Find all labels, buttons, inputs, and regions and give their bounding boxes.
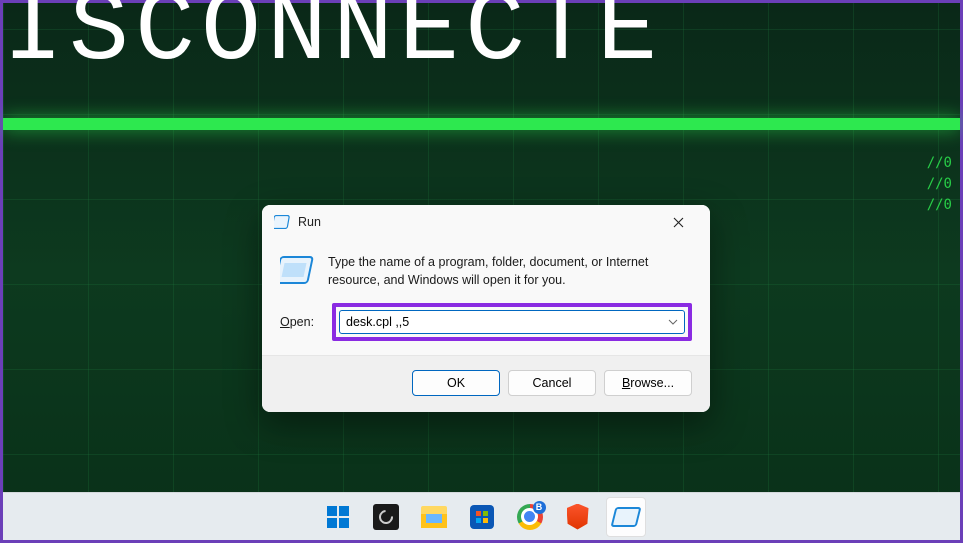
button-bar: OK Cancel Browse...: [262, 355, 710, 412]
chrome-badge: B: [533, 501, 546, 514]
obs-icon: [373, 504, 399, 530]
dropdown-button[interactable]: [662, 319, 684, 325]
wallpaper-accent-bar: [3, 118, 960, 130]
taskbar-app-obs[interactable]: [366, 497, 406, 537]
store-icon: [470, 505, 494, 529]
open-input[interactable]: [340, 315, 662, 329]
run-dialog: Run Type the name of a program, folder, …: [262, 205, 710, 412]
brave-icon: [567, 504, 589, 530]
taskbar-app-file-explorer[interactable]: [414, 497, 454, 537]
run-large-icon: [280, 253, 314, 287]
taskbar-app-chrome[interactable]: B: [510, 497, 550, 537]
taskbar-app-brave[interactable]: [558, 497, 598, 537]
dialog-title: Run: [298, 215, 321, 229]
dialog-body: Type the name of a program, folder, docu…: [262, 239, 710, 299]
run-taskbar-icon: [610, 507, 641, 527]
taskbar-app-microsoft-store[interactable]: [462, 497, 502, 537]
titlebar[interactable]: Run: [262, 205, 710, 239]
browse-button[interactable]: Browse...: [604, 370, 692, 396]
chevron-down-icon: [668, 319, 678, 325]
windows-logo-icon: [327, 506, 349, 528]
start-button[interactable]: [318, 497, 358, 537]
close-button[interactable]: [656, 207, 700, 237]
highlight-annotation: [332, 303, 692, 341]
run-icon: [274, 214, 290, 230]
folder-icon: [421, 506, 447, 528]
wallpaper-side-text: //0 //0 //0: [927, 153, 952, 216]
taskbar-app-run[interactable]: [606, 497, 646, 537]
open-combobox[interactable]: [339, 310, 685, 334]
taskbar: B: [3, 492, 960, 540]
input-row: Open:: [262, 299, 710, 355]
wallpaper-headline: ISCONNECTE: [3, 0, 960, 83]
open-label: Open:: [280, 315, 322, 329]
cancel-button[interactable]: Cancel: [508, 370, 596, 396]
close-icon: [673, 217, 684, 228]
chrome-icon: B: [517, 504, 543, 530]
ok-button[interactable]: OK: [412, 370, 500, 396]
dialog-description: Type the name of a program, folder, docu…: [328, 253, 692, 289]
